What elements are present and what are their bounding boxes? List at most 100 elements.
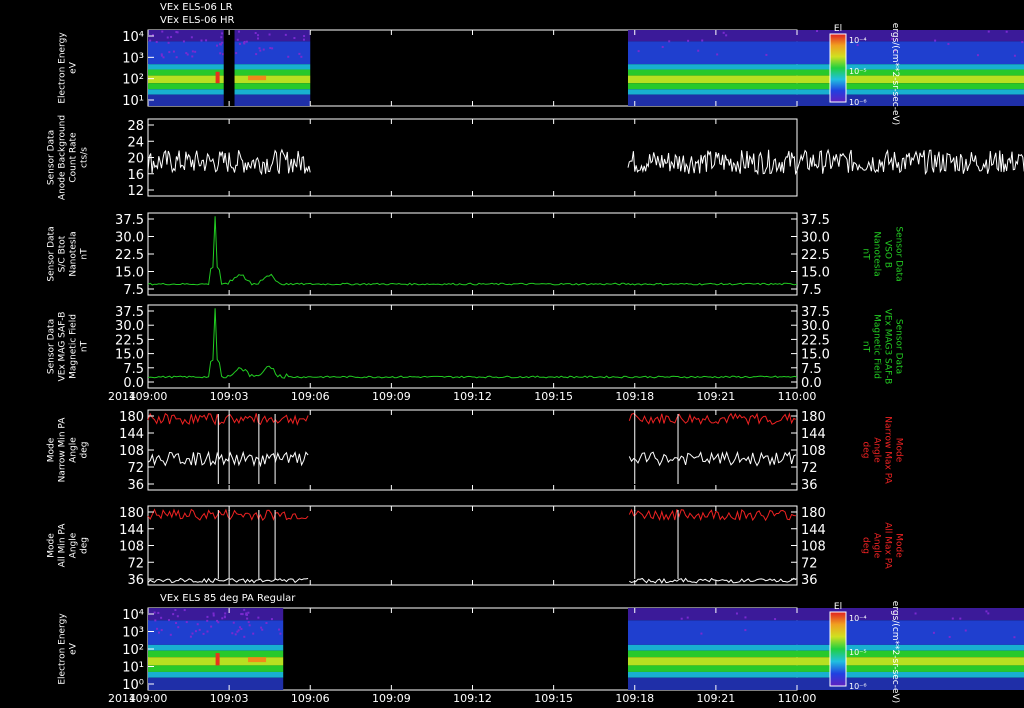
y-tick-label: 10⁴ — [122, 608, 144, 623]
y-tick-label: 24 — [127, 135, 144, 150]
spectro-speck — [160, 54, 163, 57]
ylabel-right-line: Mode — [894, 533, 904, 558]
spectro-speck — [278, 628, 281, 631]
ylabel-line: cts/s — [80, 147, 90, 168]
spectro-speck — [947, 42, 950, 45]
y-tick-label: 37.5 — [115, 213, 144, 228]
colorbar-tick: 10⁻⁶ — [849, 682, 867, 691]
spectro-speck — [231, 632, 234, 635]
ylabel-line: Count Rate — [69, 132, 79, 183]
spectro-speck — [167, 619, 170, 622]
spectro-speck — [686, 616, 689, 619]
spectro-speck — [175, 30, 178, 33]
spectro-speck — [157, 611, 160, 614]
x-tick-label: 109:12 — [453, 390, 492, 403]
colorbar-unit: ergs/(cm**2-sr-sec-eV) — [890, 23, 900, 125]
spectro-speck — [154, 619, 157, 622]
series-line — [627, 148, 1024, 176]
y-tick-label: 15.0 — [115, 266, 144, 281]
spectro-speck — [198, 628, 201, 631]
panel-frame-bmag-mag3 — [147, 304, 798, 389]
x-tick-label: 109:06 — [291, 692, 330, 705]
spectro-speck — [934, 39, 937, 42]
spectro-speck — [964, 629, 967, 632]
spectro-gap — [223, 30, 235, 106]
spectro-speck — [210, 625, 213, 628]
series-line — [147, 308, 798, 379]
spectro-speck — [252, 632, 255, 635]
ylabel-line: eV — [69, 642, 79, 655]
spectro-speck — [701, 39, 704, 42]
y-tick-label: 37.5 — [115, 305, 144, 320]
spectro-speck — [236, 630, 239, 633]
spectro-speck — [246, 617, 249, 620]
spectro-speck — [279, 632, 282, 635]
panel-frame-bmag-sc — [147, 212, 798, 296]
spectro-speck — [668, 40, 671, 43]
spectro-speck — [257, 37, 260, 40]
y-tick-label-right: 144 — [801, 523, 826, 538]
y-tick-label-right: 180 — [801, 410, 826, 425]
ylabel-pa-narrow: Mode Narrow Min PA Angle deg — [47, 417, 90, 483]
ylabel-line: Mode — [47, 437, 57, 462]
ylabel-line: VEx MAG SAF-B — [58, 312, 68, 382]
spectro-speck — [191, 50, 194, 53]
spectro-speck — [247, 621, 250, 624]
spectro-speck — [206, 619, 209, 622]
spectro-speck — [216, 44, 219, 47]
series-line — [147, 148, 311, 176]
spectro-speck — [260, 626, 263, 629]
spectro-speck — [219, 43, 222, 46]
spectro-band — [148, 608, 284, 621]
y-tick-label-right: 180 — [801, 506, 826, 521]
y-tick-label: 180 — [119, 506, 144, 521]
series-line-min-pa — [147, 450, 309, 468]
x-tick-label: 109:03 — [210, 692, 249, 705]
spectro-speck — [161, 30, 164, 33]
ylabel-right-line: Angle — [872, 533, 882, 559]
series-line-max-pa — [147, 508, 309, 522]
ylabel-line: Magnetic Field — [69, 314, 79, 379]
spectro-speck — [160, 616, 163, 619]
y-tick-label-right: 7.5 — [801, 283, 822, 298]
ylabel-line: deg — [80, 442, 90, 459]
spectro-speck — [177, 626, 180, 629]
series-line-min-pa — [628, 450, 797, 467]
y-tick-label: 10⁴ — [122, 30, 144, 45]
ylabel-right-line: nT — [861, 248, 871, 260]
spectro-speck — [774, 618, 777, 621]
x-tick-label: 109:00 — [129, 692, 168, 705]
spectro-speck — [269, 47, 272, 50]
ylabel-line: Angle — [69, 532, 79, 558]
spectro-speck — [174, 609, 177, 612]
ylabel-right-line: nT — [861, 341, 871, 353]
y-tick-label: 10² — [122, 643, 144, 658]
ylabel-right-line: Magnetic Field — [872, 314, 882, 379]
y-tick-label-right: 37.5 — [801, 213, 830, 228]
spectro-speck — [189, 635, 192, 638]
spectro-speck — [183, 609, 186, 612]
spectro-band — [627, 677, 1024, 690]
y-tick-label-right: 0.0 — [801, 376, 822, 391]
y-tick-label: 144 — [119, 427, 144, 442]
x-tick-label: 110:00 — [778, 692, 817, 705]
x-tick-label: 109:21 — [697, 390, 736, 403]
spectro-speck — [951, 617, 954, 620]
y-tick-label: 10³ — [122, 51, 144, 66]
spectro-speck — [722, 31, 725, 34]
colorbar-tick: 10⁻⁴ — [849, 614, 867, 623]
ylabel-line: Sensor Data — [47, 319, 57, 374]
colorbar-unit: ergs/(cm**2-sr-sec-eV) — [890, 601, 900, 703]
spectro-band — [627, 644, 1024, 651]
y-tick-label: 30.0 — [115, 319, 144, 334]
spectro-speck — [175, 622, 178, 625]
spectro-speck — [176, 615, 179, 618]
ylabel-line: Mode — [47, 533, 57, 558]
x-tick-label: 109:21 — [697, 692, 736, 705]
y-tick-label: 12 — [127, 184, 144, 199]
spectro-speck — [257, 616, 260, 619]
spectro-speck — [170, 35, 173, 38]
spectro-speck — [245, 613, 248, 616]
spectro-band — [627, 64, 1024, 70]
spectro-speck — [932, 631, 935, 634]
